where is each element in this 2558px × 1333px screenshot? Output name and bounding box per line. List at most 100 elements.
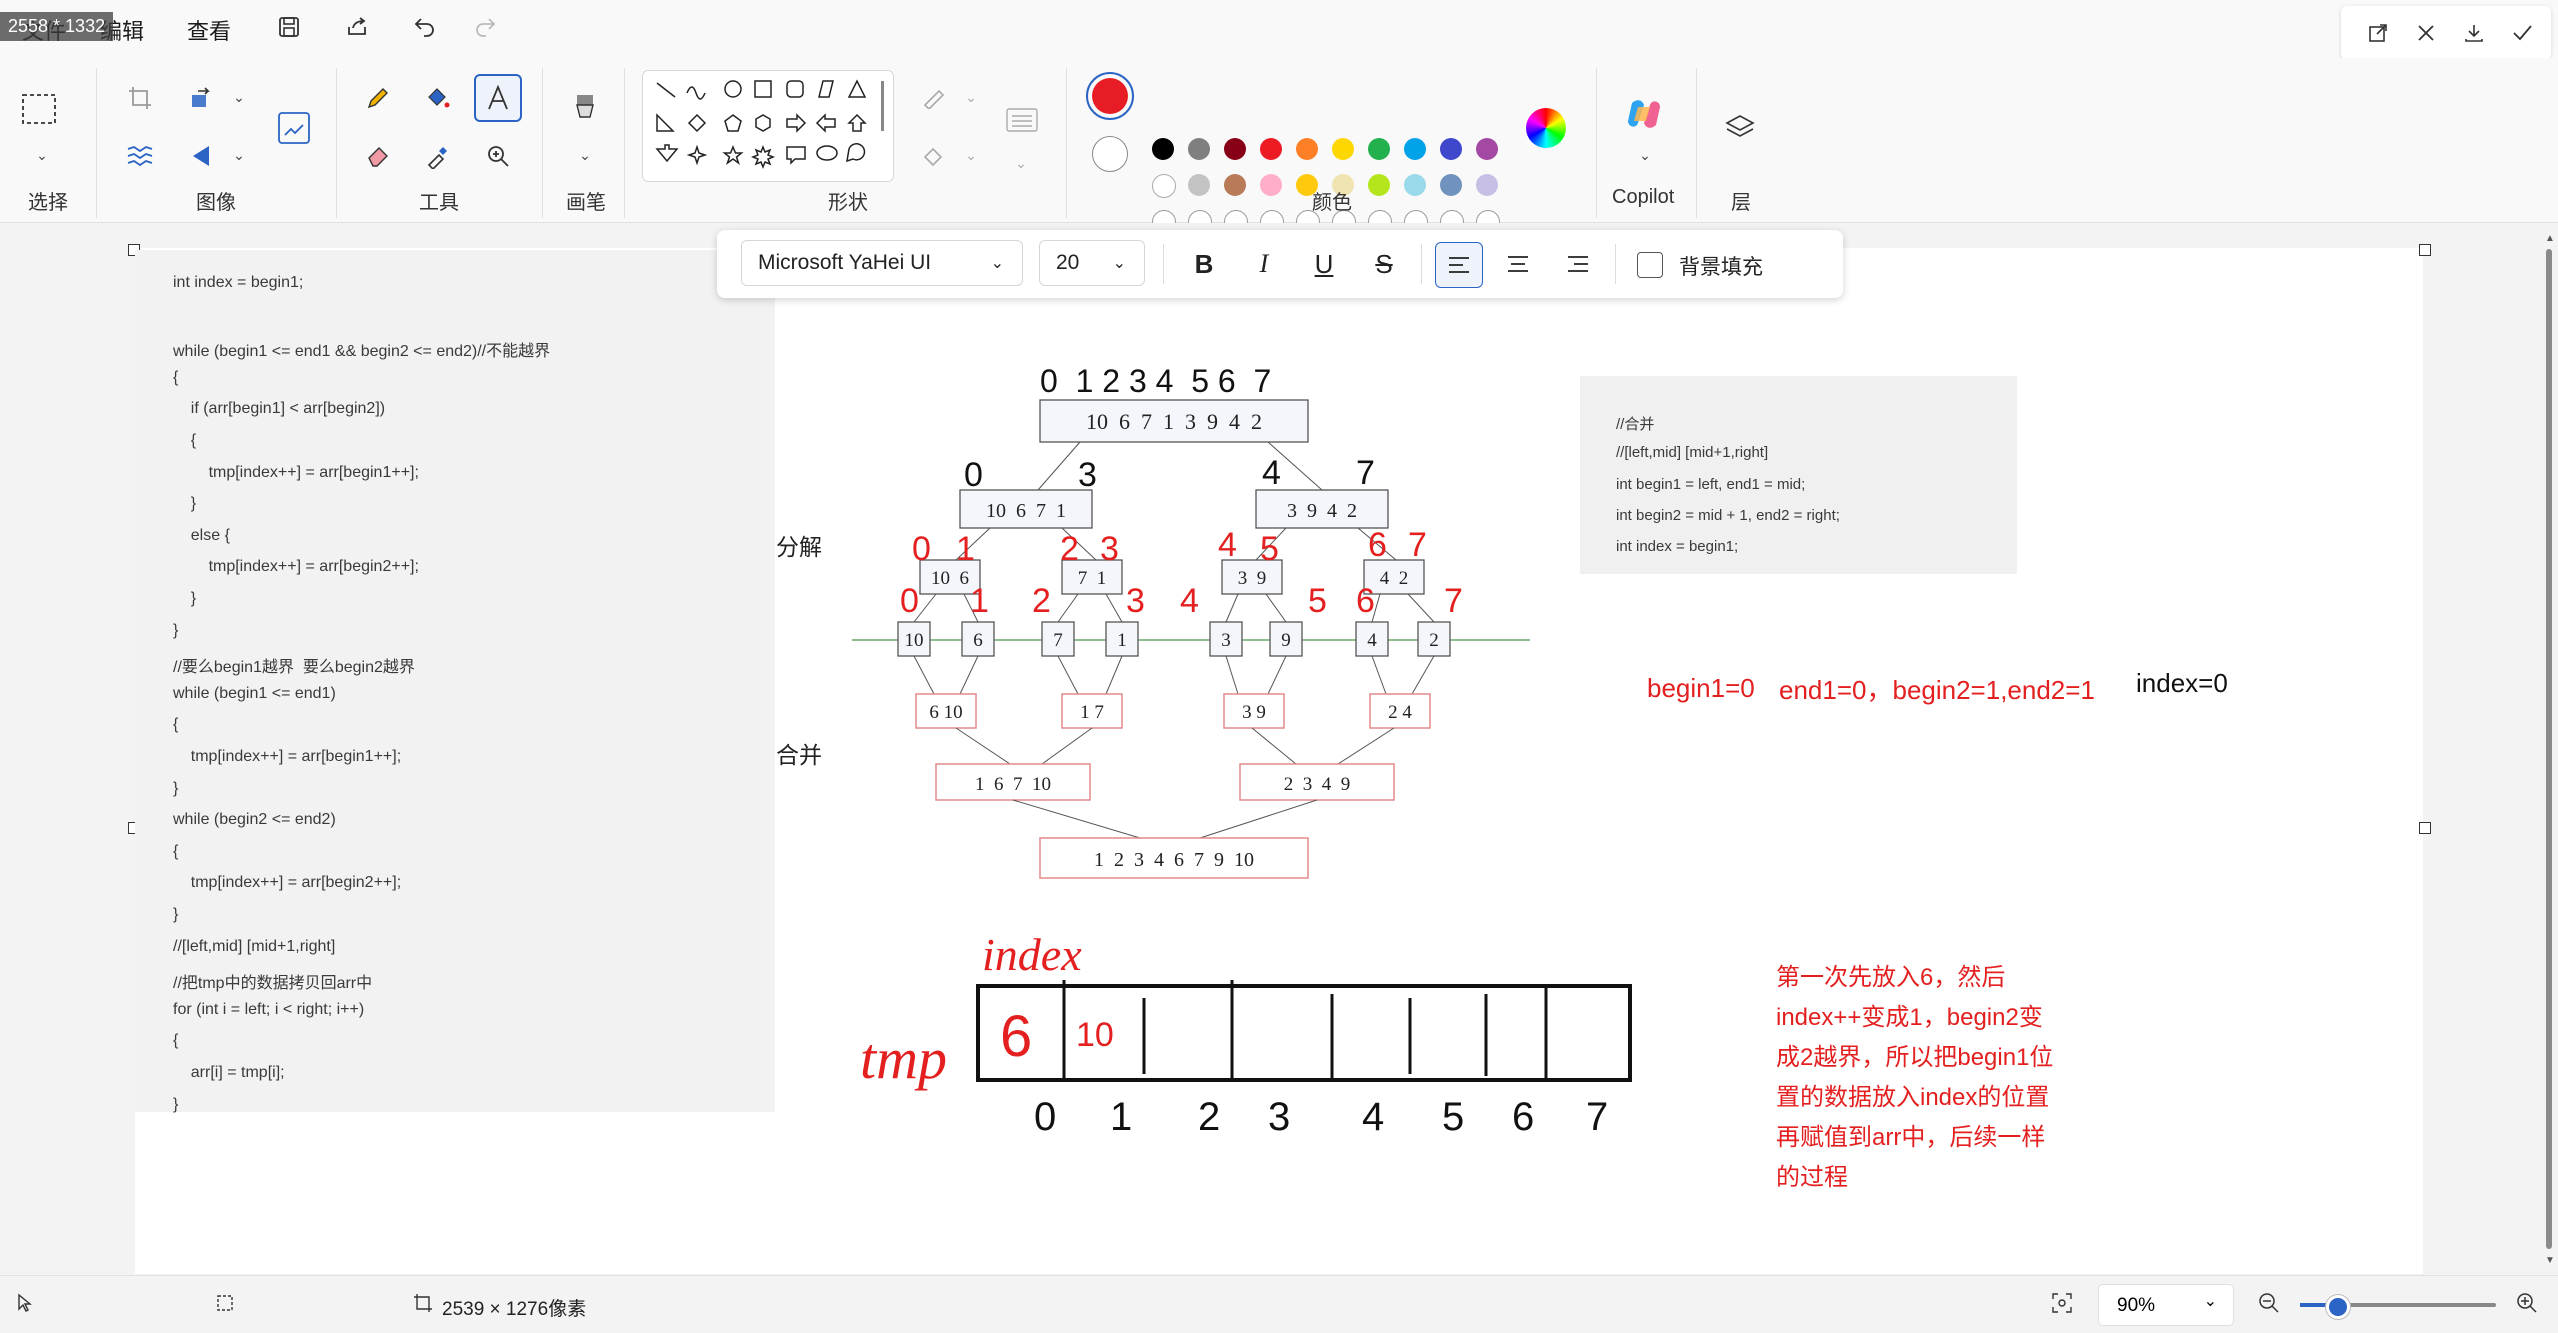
color-swatch[interactable] <box>1188 174 1210 196</box>
fit-to-window-icon[interactable] <box>2045 1286 2079 1320</box>
image-size-icon <box>406 1286 440 1320</box>
confirm-check-icon[interactable] <box>2505 16 2539 50</box>
chevron-down-icon[interactable]: ⌄ <box>1004 146 1038 180</box>
scroll-down-icon[interactable]: ▼ <box>2545 1255 2555 1266</box>
chevron-down-icon[interactable]: ⌄ <box>954 80 988 114</box>
line-weight-icon[interactable] <box>1000 98 1044 142</box>
chevron-down-icon[interactable]: ⌄ <box>222 138 256 172</box>
open-external-icon[interactable] <box>2361 16 2395 50</box>
menu-bar: 文件 编辑 查看 2558 * 1332 <box>0 0 2558 58</box>
chevron-down-icon[interactable]: ⌄ <box>222 80 256 114</box>
color-swatch[interactable] <box>1368 138 1390 160</box>
color-swatch[interactable] <box>1440 174 1462 196</box>
zoom-select[interactable]: 90% ⌄ <box>2098 1284 2234 1326</box>
final-sorted-text: 1 2 3 4 6 7 9 10 <box>1094 849 1254 871</box>
svg-text:2: 2 <box>1032 582 1051 620</box>
vertical-scrollbar[interactable]: ▲ ▼ <box>2540 223 2558 1275</box>
color-swatch[interactable] <box>1476 138 1498 160</box>
color-swatch[interactable] <box>1260 174 1282 196</box>
pencil-icon[interactable] <box>356 76 400 120</box>
zoom-slider-thumb[interactable] <box>2326 1295 2350 1319</box>
selection-handle[interactable] <box>2419 244 2431 256</box>
brush-icon[interactable] <box>563 88 607 132</box>
eraser-icon[interactable] <box>356 134 400 178</box>
undo-icon[interactable] <box>408 10 442 44</box>
leaf-box-text: 9 <box>1281 630 1291 651</box>
text-tool-button[interactable] <box>474 74 522 122</box>
download-icon[interactable] <box>2457 16 2491 50</box>
font-size-select[interactable]: 20 ⌄ <box>1039 240 1145 286</box>
code-line: } <box>173 779 179 797</box>
color-swatch[interactable] <box>1152 174 1176 198</box>
primary-color-button[interactable] <box>1086 72 1134 120</box>
color-swatch[interactable] <box>1404 174 1426 196</box>
tmp-index-label: 4 <box>1362 1095 1384 1139</box>
chevron-down-icon[interactable]: ⌄ <box>568 138 602 172</box>
save-icon[interactable] <box>272 10 306 44</box>
text-format-toolbar: Microsoft YaHei UI ⌄ 20 ⌄ B I U S 背景填充 <box>717 230 1843 298</box>
merge1-box-text: 1 7 <box>1080 702 1104 723</box>
chevron-down-icon[interactable]: ⌄ <box>25 138 59 172</box>
zoom-slider[interactable] <box>2300 1295 2496 1319</box>
italic-button[interactable]: I <box>1241 242 1287 286</box>
shape-fill-icon[interactable] <box>912 134 956 178</box>
color-swatch[interactable] <box>1332 138 1354 160</box>
zoom-out-icon[interactable] <box>2252 1286 2286 1320</box>
rotate-icon[interactable] <box>180 76 224 120</box>
background-fill-checkbox[interactable] <box>1637 252 1663 278</box>
secondary-color-button[interactable] <box>1092 136 1128 172</box>
divider <box>1066 68 1067 218</box>
select-tool-button[interactable] <box>18 88 62 132</box>
zoom-in-icon[interactable] <box>2510 1286 2544 1320</box>
color-swatch[interactable] <box>1440 138 1462 160</box>
begin1-annotation: begin1=0 <box>1647 673 1755 703</box>
color-swatch[interactable] <box>1188 138 1210 160</box>
layers-icon[interactable] <box>1718 106 1762 150</box>
align-center-button[interactable] <box>1495 242 1541 286</box>
merge-code-box: //合并 //[left,mid] [mid+1,right] int begi… <box>1580 376 2017 574</box>
tmp-array-dividers <box>1062 980 1548 1082</box>
color-swatch[interactable] <box>1224 174 1246 196</box>
explanation-line: 再赋值到arr中，后续一样 <box>1776 1124 2046 1151</box>
outline-icon[interactable] <box>912 76 956 120</box>
level2-boxes: 10 6 7 1 3 9 4 2 <box>919 559 1425 595</box>
resize-image-icon[interactable] <box>272 106 316 150</box>
selection-handle[interactable] <box>2419 822 2431 834</box>
chevron-down-icon[interactable]: ⌄ <box>954 138 988 172</box>
divider <box>542 68 543 218</box>
chevron-down-icon[interactable]: ⌄ <box>1628 138 1662 172</box>
flip-icon[interactable] <box>180 134 224 178</box>
handwritten-tmp-label: tmp <box>860 1026 947 1091</box>
bold-button[interactable]: B <box>1181 242 1227 286</box>
crop-icon[interactable] <box>118 76 162 120</box>
redo-icon[interactable] <box>468 10 502 44</box>
align-left-button[interactable] <box>1435 242 1483 288</box>
underline-button[interactable]: U <box>1301 242 1347 286</box>
fill-bucket-icon[interactable] <box>416 76 460 120</box>
close-icon[interactable] <box>2409 16 2443 50</box>
color-swatch[interactable] <box>1224 138 1246 160</box>
divider <box>1615 244 1616 284</box>
shapes-gallery[interactable] <box>642 70 894 182</box>
color-swatch[interactable] <box>1152 138 1174 160</box>
explanation-line: 置的数据放入index的位置 <box>1776 1084 2050 1111</box>
scroll-up-icon[interactable]: ▲ <box>2545 233 2555 244</box>
share-icon[interactable] <box>340 10 374 44</box>
menu-view[interactable]: 查看 <box>187 14 231 46</box>
color-swatch[interactable] <box>1476 174 1498 196</box>
color-swatch[interactable] <box>1260 138 1282 160</box>
merge2-box-text: 1 6 7 10 <box>975 774 1051 795</box>
color-swatch[interactable] <box>1296 138 1318 160</box>
scrollbar-thumb[interactable] <box>2546 249 2552 1249</box>
color-swatch[interactable] <box>1368 174 1390 196</box>
color-swatch[interactable] <box>1404 138 1426 160</box>
align-right-button[interactable] <box>1555 242 1601 286</box>
split-label: 分解 <box>776 534 822 560</box>
font-family-select[interactable]: Microsoft YaHei UI ⌄ <box>741 240 1023 286</box>
strikethrough-button[interactable]: S <box>1361 242 1407 286</box>
magnifier-icon[interactable] <box>476 134 520 178</box>
edit-colors-icon[interactable] <box>1526 108 1566 148</box>
color-picker-icon[interactable] <box>416 134 460 178</box>
copilot-icon[interactable] <box>1622 92 1666 136</box>
background-remove-icon[interactable] <box>118 134 162 178</box>
